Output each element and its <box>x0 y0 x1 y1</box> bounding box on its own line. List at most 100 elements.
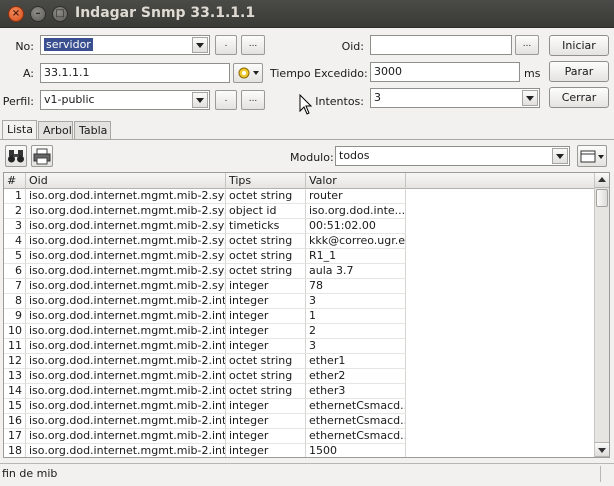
cell-valor: router <box>306 189 406 204</box>
cell-valor: 78 <box>306 279 406 294</box>
perfil-select[interactable]: v1-public <box>40 90 210 110</box>
perfil-dropdown-arrow-icon[interactable] <box>192 92 208 108</box>
module-select[interactable]: todos <box>335 146 570 166</box>
attempts-dropdown-arrow-icon[interactable] <box>522 90 538 106</box>
start-button[interactable]: Iniciar <box>549 35 609 56</box>
table-row[interactable]: 7 iso.org.dod.internet.mgmt.mib-2.sys... i… <box>4 279 594 294</box>
table-row[interactable]: 1 iso.org.dod.internet.mgmt.mib-2.sys... o… <box>4 189 594 204</box>
scroll-thumb[interactable] <box>596 189 608 207</box>
cell-valor: R1_1 <box>306 249 406 264</box>
scroll-up-icon[interactable] <box>595 173 609 188</box>
no-dot-button[interactable]: . <box>215 35 237 55</box>
scroll-down-icon[interactable] <box>595 442 609 457</box>
oid-input[interactable] <box>370 35 512 55</box>
find-button[interactable] <box>5 145 27 167</box>
cell-tips: integer <box>226 294 306 309</box>
cell-oid: iso.org.dod.internet.mgmt.mib-2.sys... <box>26 249 226 264</box>
table-row[interactable]: 11 iso.org.dod.internet.mgmt.mib-2.inte..… <box>4 339 594 354</box>
column-header-valor[interactable]: Valor <box>306 173 406 189</box>
cell-valor: ethernetCsmacd... <box>306 414 406 429</box>
table-row[interactable]: 16 iso.org.dod.internet.mgmt.mib-2.inte..… <box>4 414 594 429</box>
table-row[interactable]: 6 iso.org.dod.internet.mgmt.mib-2.sys... o… <box>4 264 594 279</box>
title-bar: × – □ Indagar Snmp 33.1.1.1 <box>0 0 614 28</box>
cell-number: 13 <box>4 369 26 384</box>
table-row[interactable]: 3 iso.org.dod.internet.mgmt.mib-2.sys... t… <box>4 219 594 234</box>
no-dropdown-arrow-icon[interactable] <box>192 37 208 53</box>
cell-number: 16 <box>4 414 26 429</box>
perfil-dot-button[interactable]: . <box>215 90 237 110</box>
window-maximize-button[interactable]: □ <box>52 6 68 22</box>
cell-valor: 3 <box>306 294 406 309</box>
cell-oid: iso.org.dod.internet.mgmt.mib-2.sys... <box>26 204 226 219</box>
perfil-browse-button[interactable]: ... <box>241 90 265 110</box>
cell-valor: ether2 <box>306 369 406 384</box>
cell-number: 8 <box>4 294 26 309</box>
cell-tips: object id <box>226 204 306 219</box>
no-browse-button[interactable]: ... <box>241 35 265 55</box>
cell-tips: octet string <box>226 369 306 384</box>
tab-divider <box>0 139 614 140</box>
cell-oid: iso.org.dod.internet.mgmt.mib-2.inte... <box>26 399 226 414</box>
window-title: Indagar Snmp 33.1.1.1 <box>75 5 256 21</box>
tab-tabla[interactable]: Tabla <box>74 121 111 140</box>
table-row[interactable]: 8 iso.org.dod.internet.mgmt.mib-2.inte...… <box>4 294 594 309</box>
columns-button[interactable] <box>577 145 607 167</box>
print-button[interactable] <box>31 145 53 167</box>
cell-valor: 2 <box>306 324 406 339</box>
table-header: # Oid Tips Valor <box>4 173 594 189</box>
cell-valor: 1 <box>306 309 406 324</box>
cell-oid: iso.org.dod.internet.mgmt.mib-2.inte... <box>26 309 226 324</box>
maximize-icon: □ <box>55 8 65 19</box>
table-row[interactable]: 10 iso.org.dod.internet.mgmt.mib-2.inte..… <box>4 324 594 339</box>
status-divider <box>600 466 601 482</box>
tab-arbol[interactable]: Arbol <box>38 121 73 140</box>
cell-number: 1 <box>4 189 26 204</box>
timeout-input[interactable]: 3000 <box>370 62 520 82</box>
no-select[interactable]: servidor <box>40 35 210 55</box>
cell-oid: iso.org.dod.internet.mgmt.mib-2.inte... <box>26 324 226 339</box>
cell-valor: aula 3.7 <box>306 264 406 279</box>
table-row[interactable]: 15 iso.org.dod.internet.mgmt.mib-2.inte..… <box>4 399 594 414</box>
table-row[interactable]: 5 iso.org.dod.internet.mgmt.mib-2.sys... o… <box>4 249 594 264</box>
table-row[interactable]: 4 iso.org.dod.internet.mgmt.mib-2.sys... o… <box>4 234 594 249</box>
column-header-oid[interactable]: Oid <box>26 173 226 189</box>
cell-number: 18 <box>4 444 26 457</box>
column-header-tips[interactable]: Tips <box>226 173 306 189</box>
table-row[interactable]: 13 iso.org.dod.internet.mgmt.mib-2.inte..… <box>4 369 594 384</box>
perfil-label: Perfil: <box>2 95 34 108</box>
cell-number: 3 <box>4 219 26 234</box>
cell-oid: iso.org.dod.internet.mgmt.mib-2.inte... <box>26 414 226 429</box>
cell-oid: iso.org.dod.internet.mgmt.mib-2.inte... <box>26 369 226 384</box>
tab-lista[interactable]: Lista <box>2 120 37 140</box>
table-row[interactable]: 18 iso.org.dod.internet.mgmt.mib-2.inte..… <box>4 444 594 457</box>
column-header-number[interactable]: # <box>4 173 26 189</box>
cell-tips: octet string <box>226 264 306 279</box>
module-label: Modulo: <box>290 151 334 164</box>
table-row[interactable]: 12 iso.org.dod.internet.mgmt.mib-2.inte..… <box>4 354 594 369</box>
module-dropdown-arrow-icon[interactable] <box>552 148 568 164</box>
a-input[interactable]: 33.1.1.1 <box>40 63 230 83</box>
attempts-select[interactable]: 3 <box>370 88 540 108</box>
table-row[interactable]: 9 iso.org.dod.internet.mgmt.mib-2.inte...… <box>4 309 594 324</box>
cell-oid: iso.org.dod.internet.mgmt.mib-2.inte... <box>26 339 226 354</box>
window-minimize-button[interactable]: – <box>30 6 46 22</box>
table-row[interactable]: 14 iso.org.dod.internet.mgmt.mib-2.inte..… <box>4 384 594 399</box>
oid-browse-button[interactable]: ... <box>515 35 539 55</box>
cell-tips: octet string <box>226 249 306 264</box>
columns-icon <box>580 150 604 163</box>
table-row[interactable]: 2 iso.org.dod.internet.mgmt.mib-2.sys... o… <box>4 204 594 219</box>
cell-valor: ether1 <box>306 354 406 369</box>
cell-number: 14 <box>4 384 26 399</box>
cell-number: 9 <box>4 309 26 324</box>
vertical-scrollbar[interactable] <box>594 173 609 457</box>
stop-button[interactable]: Parar <box>549 61 609 82</box>
close-button[interactable]: Cerrar <box>549 87 609 108</box>
cell-number: 2 <box>4 204 26 219</box>
cell-oid: iso.org.dod.internet.mgmt.mib-2.sys... <box>26 279 226 294</box>
discover-button[interactable] <box>233 63 263 83</box>
timeout-label: Tiempo Excedido: <box>270 67 368 80</box>
cell-number: 15 <box>4 399 26 414</box>
window-close-button[interactable]: × <box>8 6 24 22</box>
cell-tips: integer <box>226 279 306 294</box>
table-row[interactable]: 17 iso.org.dod.internet.mgmt.mib-2.inte..… <box>4 429 594 444</box>
